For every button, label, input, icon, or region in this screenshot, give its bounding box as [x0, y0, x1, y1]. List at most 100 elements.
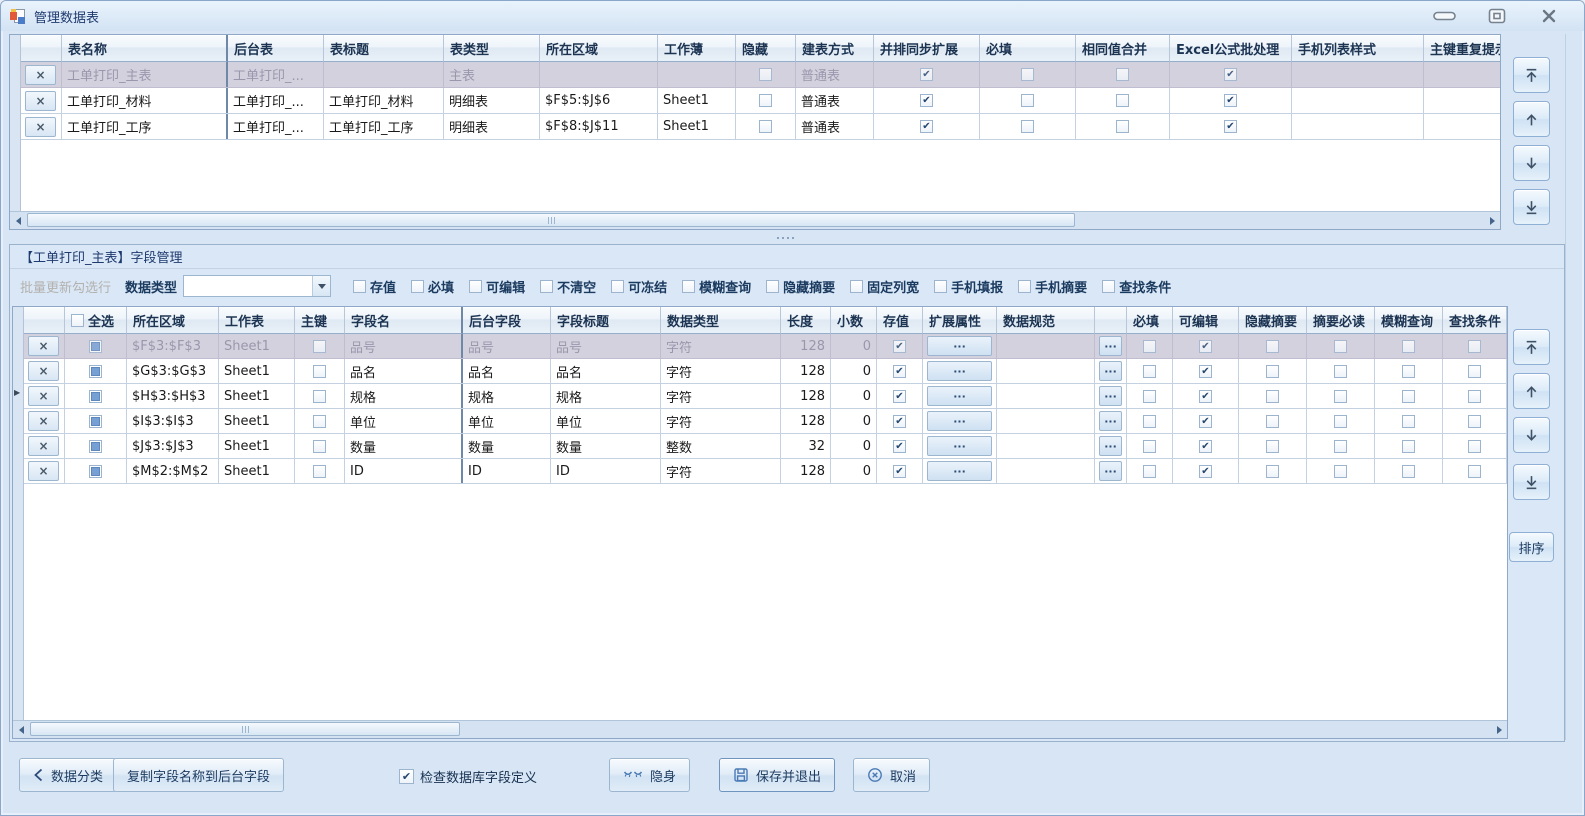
cell-store-value[interactable]: ✔ [877, 409, 923, 433]
cell-field-name[interactable]: 品号 [345, 334, 463, 358]
required-checkbox[interactable] [1143, 465, 1156, 478]
cell-store-value[interactable]: ✔ [877, 334, 923, 358]
required-checkbox[interactable] [1143, 365, 1156, 378]
primary-key-checkbox[interactable] [313, 415, 326, 428]
cell-sync-expand[interactable]: ✔ [874, 62, 980, 87]
required-checkbox[interactable] [1021, 68, 1034, 81]
cell-sync-expand[interactable]: ✔ [874, 88, 980, 113]
cell-row-delete[interactable]: × [20, 114, 62, 139]
cell-table-name[interactable]: 工单打印_工序 [62, 114, 228, 139]
cell-search-condition[interactable] [1443, 384, 1507, 408]
cell-backend-field[interactable]: 品名 [463, 359, 551, 383]
move-table-up-button[interactable] [1513, 101, 1550, 137]
cell-ext-props[interactable]: ··· [923, 359, 997, 383]
data-category-button[interactable]: 数据分类 [19, 758, 117, 792]
cell-decimal[interactable]: 0 [831, 434, 877, 458]
editable-checkbox[interactable]: ✔ [1199, 465, 1212, 478]
store-value-checkbox[interactable]: ✔ [893, 465, 906, 478]
required-checkbox[interactable] [1143, 415, 1156, 428]
cell-data-spec[interactable] [997, 459, 1095, 483]
cell-more[interactable]: ··· [1095, 434, 1127, 458]
cell-field-title[interactable]: ID [551, 459, 661, 483]
data-type-combobox[interactable] [183, 275, 331, 297]
batch-checkbox[interactable] [934, 280, 947, 293]
cell-field-title[interactable]: 品名 [551, 359, 661, 383]
delete-row-button[interactable]: × [28, 361, 59, 381]
cell-data-type[interactable]: 字符 [661, 459, 781, 483]
store-value-checkbox[interactable]: ✔ [893, 390, 906, 403]
batch-checkbox[interactable] [1018, 280, 1031, 293]
batch-checkbox[interactable] [540, 280, 553, 293]
cell-primary-key[interactable] [295, 409, 345, 433]
merge-same-value-checkbox[interactable] [1116, 94, 1129, 107]
cell-more[interactable]: ··· [1095, 409, 1127, 433]
hide-summary-checkbox[interactable] [1266, 390, 1279, 403]
panel-splitter[interactable] [9, 232, 1562, 243]
cell-phone-list-style[interactable] [1292, 62, 1424, 87]
cell-data-type[interactable]: 整数 [661, 434, 781, 458]
cell-region[interactable]: $G$3:$G$3 [127, 359, 219, 383]
save-and-exit-button[interactable]: 保存并退出 [719, 758, 835, 792]
cell-required[interactable] [980, 88, 1076, 113]
cell-field-name[interactable]: 品名 [345, 359, 463, 383]
summary-required-checkbox[interactable] [1334, 415, 1347, 428]
cell-store-value[interactable]: ✔ [877, 359, 923, 383]
cell-decimal[interactable]: 0 [831, 359, 877, 383]
cell-excel-formula-batch[interactable]: ✔ [1170, 62, 1292, 87]
cell-editable[interactable]: ✔ [1173, 434, 1239, 458]
batch-checkbox[interactable] [353, 280, 366, 293]
store-value-checkbox[interactable]: ✔ [893, 440, 906, 453]
cell-required[interactable] [1127, 384, 1173, 408]
ellipsis-button[interactable]: ··· [1099, 436, 1122, 456]
col-header-required[interactable]: 必填 [980, 35, 1076, 62]
cell-length[interactable]: 128 [781, 459, 831, 483]
cell-hide-summary[interactable] [1239, 409, 1307, 433]
summary-required-checkbox[interactable] [1334, 440, 1347, 453]
summary-required-checkbox[interactable] [1334, 340, 1347, 353]
cell-search-condition[interactable] [1443, 359, 1507, 383]
required-checkbox[interactable] [1143, 340, 1156, 353]
cell-phone-list-style[interactable] [1292, 88, 1424, 113]
summary-required-checkbox[interactable] [1334, 365, 1347, 378]
cell-decimal[interactable]: 0 [831, 334, 877, 358]
ellipsis-button[interactable]: ··· [1099, 461, 1122, 481]
cell-ext-props[interactable]: ··· [923, 384, 997, 408]
cell-region[interactable]: $F$8:$J$11 [540, 114, 658, 139]
col-header-fuzzy-search[interactable]: 模糊查询 [1375, 307, 1443, 334]
cell-row-delete[interactable]: × [23, 359, 65, 383]
cell-table-type[interactable]: 主表 [444, 62, 540, 87]
cell-decimal[interactable]: 0 [831, 409, 877, 433]
cell-ext-props[interactable]: ··· [923, 459, 997, 483]
search-condition-checkbox[interactable] [1468, 440, 1481, 453]
sync-expand-checkbox[interactable]: ✔ [920, 120, 933, 133]
hidden-checkbox[interactable] [759, 94, 772, 107]
scrollbar-thumb[interactable] [27, 213, 1075, 227]
sync-expand-checkbox[interactable]: ✔ [920, 68, 933, 81]
row-select-checkbox[interactable] [89, 440, 102, 453]
col-header-backend-table[interactable]: 后台表 [228, 35, 324, 62]
cell-data-type[interactable]: 字符 [661, 334, 781, 358]
scrollbar-thumb[interactable] [30, 722, 460, 736]
ellipsis-button[interactable]: ··· [927, 386, 992, 406]
cell-data-spec[interactable] [997, 384, 1095, 408]
col-header-hidden[interactable]: 隐藏 [736, 35, 796, 62]
cell-primary-key[interactable] [295, 359, 345, 383]
cell-row-delete[interactable]: × [20, 62, 62, 87]
cell-create-method[interactable]: 普通表 [796, 114, 874, 139]
col-header-store-value[interactable]: 存值 [877, 307, 923, 334]
cell-workbook[interactable] [658, 62, 736, 87]
cell-more[interactable]: ··· [1095, 359, 1127, 383]
fuzzy-search-checkbox[interactable] [1402, 365, 1415, 378]
cell-backend-field[interactable]: 规格 [463, 384, 551, 408]
cell-field-title[interactable]: 单位 [551, 409, 661, 433]
required-checkbox[interactable] [1021, 120, 1034, 133]
delete-row-button[interactable]: × [25, 65, 56, 85]
cell-workbook[interactable]: Sheet1 [658, 114, 736, 139]
cell-row-delete[interactable]: × [23, 384, 65, 408]
cell-pk-duplicate[interactable] [1424, 88, 1501, 113]
data-type-combobox-value[interactable] [184, 276, 312, 296]
cell-required[interactable] [1127, 409, 1173, 433]
cell-select-all[interactable] [65, 459, 127, 483]
col-header-backend-field[interactable]: 后台字段 [463, 307, 551, 334]
cell-table-title[interactable]: 工单打印_材料 [324, 88, 444, 113]
